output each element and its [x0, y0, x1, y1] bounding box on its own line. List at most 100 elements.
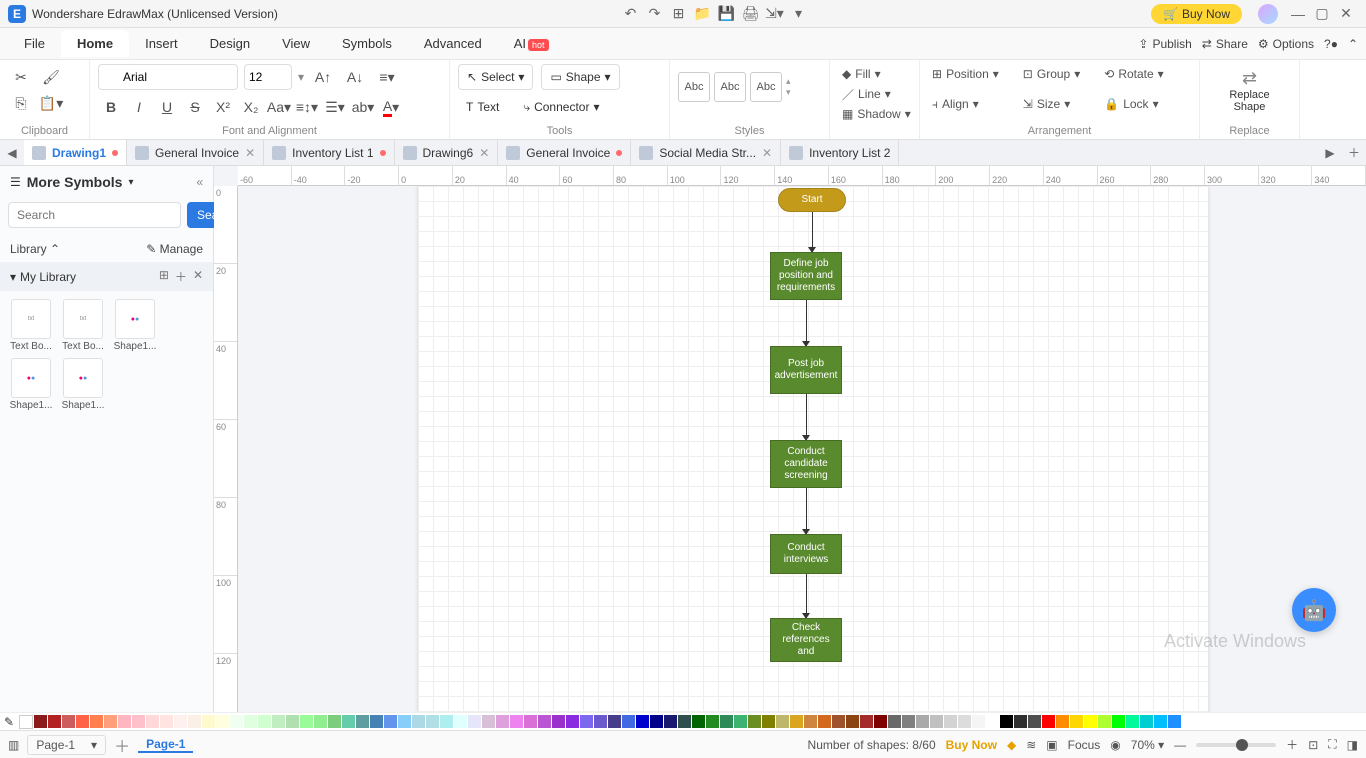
close-icon[interactable]: ✕	[1334, 2, 1358, 26]
document-tab[interactable]: Drawing6✕	[395, 140, 499, 165]
page-tab[interactable]: Page-1	[138, 737, 193, 753]
color-swatch[interactable]	[678, 715, 691, 728]
connector-tool-button[interactable]: ⤷ Connector ▾	[515, 94, 607, 120]
color-swatch[interactable]	[1140, 715, 1153, 728]
text-tool-button[interactable]: T Text	[458, 94, 507, 120]
color-swatch[interactable]	[440, 715, 453, 728]
no-color-swatch[interactable]	[19, 715, 33, 729]
zoom-out-icon[interactable]: —	[1174, 738, 1186, 752]
subscript-icon[interactable]: X₂	[238, 94, 264, 120]
color-swatch[interactable]	[636, 715, 649, 728]
position-button[interactable]: ⊞ Position▾	[928, 64, 1003, 84]
color-swatch[interactable]	[412, 715, 425, 728]
library-shape-item[interactable]: txtText Bo...	[8, 299, 54, 352]
flowchart-node-n2[interactable]: Post job advertisement	[770, 346, 842, 394]
color-swatch[interactable]	[1126, 715, 1139, 728]
color-swatch[interactable]	[818, 715, 831, 728]
flowchart-arrow[interactable]	[806, 300, 807, 346]
menu-tab-view[interactable]: View	[266, 30, 326, 57]
library-shape-item[interactable]: ●●Shape1...	[112, 299, 158, 352]
color-swatch[interactable]	[622, 715, 635, 728]
page-panel-icon[interactable]: ▥	[8, 738, 19, 752]
format-painter-icon[interactable]: 🖌	[38, 64, 64, 90]
color-swatch[interactable]	[1112, 715, 1125, 728]
font-size-input[interactable]	[244, 64, 292, 90]
color-swatch[interactable]	[790, 715, 803, 728]
tab-add-icon[interactable]: ＋	[1342, 140, 1366, 165]
color-swatch[interactable]	[930, 715, 943, 728]
document-tab[interactable]: General Invoice✕	[127, 140, 264, 165]
menu-tab-ai[interactable]: AIhot	[498, 30, 565, 57]
library-toggle[interactable]: Library ⌃	[10, 242, 60, 256]
style-preset-2[interactable]: Abc	[714, 72, 746, 102]
color-swatch[interactable]	[1056, 715, 1069, 728]
flowchart-arrow[interactable]	[806, 394, 807, 440]
color-swatch[interactable]	[1028, 715, 1041, 728]
color-swatch[interactable]	[300, 715, 313, 728]
style-preset-3[interactable]: Abc	[750, 72, 782, 102]
color-swatch[interactable]	[244, 715, 257, 728]
color-swatch[interactable]	[972, 715, 985, 728]
font-size-dropdown-icon[interactable]: ▾	[298, 70, 304, 84]
copy-icon[interactable]: ⎘	[8, 90, 34, 116]
color-swatch[interactable]	[468, 715, 481, 728]
highlight-icon[interactable]: ab▾	[350, 94, 376, 120]
bullets-icon[interactable]: ☰▾	[322, 94, 348, 120]
color-swatch[interactable]	[510, 715, 523, 728]
color-swatch[interactable]	[132, 715, 145, 728]
color-swatch[interactable]	[146, 715, 159, 728]
tab-close-icon[interactable]: ✕	[762, 146, 772, 160]
maximize-icon[interactable]: ▢	[1310, 2, 1334, 26]
color-swatch[interactable]	[944, 715, 957, 728]
color-swatch[interactable]	[258, 715, 271, 728]
color-swatch[interactable]	[958, 715, 971, 728]
document-tab[interactable]: Social Media Str...✕	[631, 140, 781, 165]
case-icon[interactable]: Aa▾	[266, 94, 292, 120]
color-swatch[interactable]	[846, 715, 859, 728]
new-icon[interactable]: ⊞	[666, 2, 690, 26]
color-swatch[interactable]	[1098, 715, 1111, 728]
document-tab[interactable]: Inventory List 2	[781, 140, 899, 165]
paste-icon[interactable]: 📋▾	[38, 90, 64, 116]
lib-close-icon[interactable]: ✕	[193, 268, 203, 285]
color-swatch[interactable]	[202, 715, 215, 728]
shadow-button[interactable]: ▦ Shadow▾	[838, 104, 911, 124]
add-page-icon[interactable]: ＋	[114, 733, 130, 757]
strikethrough-icon[interactable]: S	[182, 94, 208, 120]
tab-close-icon[interactable]: ✕	[479, 146, 489, 160]
document-tab[interactable]: General Invoice	[498, 140, 631, 165]
document-tab[interactable]: Drawing1	[24, 140, 127, 165]
color-swatch[interactable]	[748, 715, 761, 728]
share-button[interactable]: ⇄ Share	[1202, 37, 1248, 51]
lock-button[interactable]: 🔒 Lock▾	[1100, 94, 1167, 114]
menu-tab-design[interactable]: Design	[194, 30, 266, 57]
increase-font-icon[interactable]: A↑	[310, 64, 336, 90]
fullscreen-icon[interactable]: ⛶	[1328, 737, 1336, 752]
color-swatch[interactable]	[118, 715, 131, 728]
color-swatch[interactable]	[398, 715, 411, 728]
shape-tool-button[interactable]: ▭ Shape ▾	[541, 64, 619, 90]
line-button[interactable]: ／ Line▾	[838, 84, 911, 104]
canvas[interactable]: StartDefine job position and requirement…	[238, 186, 1366, 712]
drawing-page[interactable]: StartDefine job position and requirement…	[418, 186, 1208, 712]
cut-icon[interactable]: ✂	[8, 64, 34, 90]
flowchart-arrow[interactable]	[806, 574, 807, 618]
color-swatch[interactable]	[986, 715, 999, 728]
layers-icon[interactable]: ≋	[1026, 738, 1036, 752]
zoom-level[interactable]: 70% ▾	[1131, 738, 1164, 752]
lib-add-icon[interactable]: ＋	[175, 268, 187, 285]
flowchart-node-n3[interactable]: Conduct candidate screening	[770, 440, 842, 488]
underline-icon[interactable]: U	[154, 94, 180, 120]
minimize-icon[interactable]: —	[1286, 2, 1310, 26]
diamond-icon[interactable]: ◆	[1007, 738, 1016, 752]
color-swatch[interactable]	[762, 715, 775, 728]
menu-tab-insert[interactable]: Insert	[129, 30, 194, 57]
color-swatch[interactable]	[804, 715, 817, 728]
color-swatch[interactable]	[692, 715, 705, 728]
color-swatch[interactable]	[594, 715, 607, 728]
color-swatch[interactable]	[1042, 715, 1055, 728]
flowchart-node-start[interactable]: Start	[778, 188, 846, 212]
color-swatch[interactable]	[160, 715, 173, 728]
color-swatch[interactable]	[650, 715, 663, 728]
style-preset-1[interactable]: Abc	[678, 72, 710, 102]
